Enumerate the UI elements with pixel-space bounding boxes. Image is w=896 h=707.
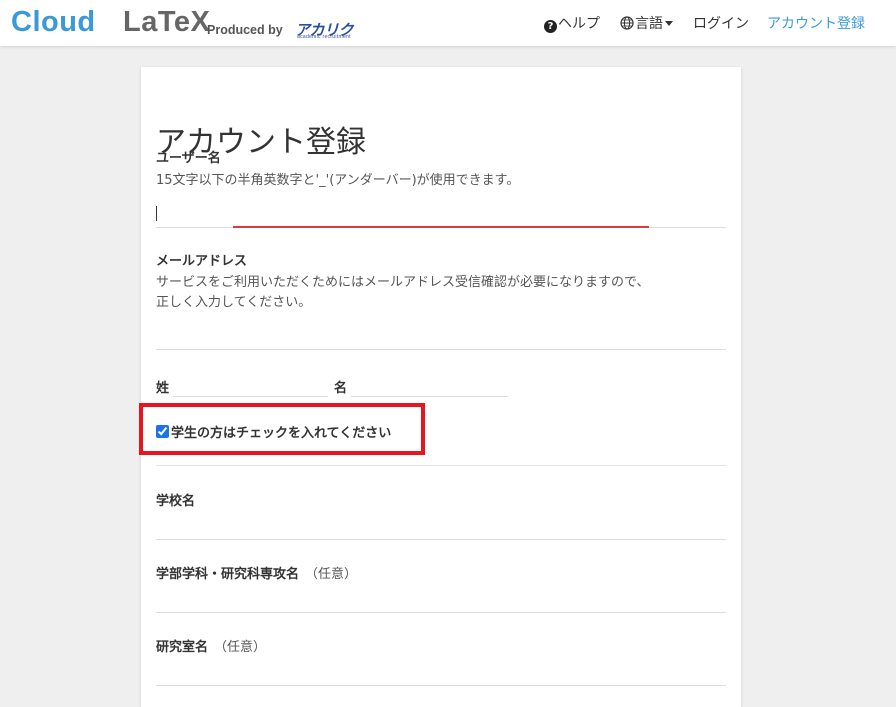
nav-help-label: ヘルプ [558,16,600,32]
acaric-logo-sub: academic recruitment [297,34,351,40]
student-checkbox[interactable] [156,425,169,438]
nav-signup[interactable]: アカウント登録 [767,13,865,33]
school-input[interactable] [156,517,726,540]
school-label: 学校名 [156,494,196,509]
top-navbar: Cloud LaTeX Produced by アカリク academic re… [0,0,896,46]
lab-label: 研究室名 （任意） [156,636,266,655]
acaric-logo: アカリク academic recruitment [295,19,369,41]
email-help-line-2: 正しく入力してください。 [156,295,312,310]
section-divider [156,465,726,466]
text-cursor [156,206,157,221]
username-help-text: 15文字以下の半角英数字と'_'(アンダーバー)が使用できます。 [156,173,520,188]
faculty-label-text: 学部学科・研究科専攻名 [156,567,300,582]
faculty-optional-text: （任意） [305,567,358,582]
email-input[interactable] [156,322,726,350]
signup-form-card: アカウント登録 ユーザー名 15文字以下の半角英数字と'_'(アンダーバー)が使… [139,67,741,707]
email-help-line-1: サービスをご利用いただくためにはメールアドレス受信確認が必要になりますので、 [156,275,650,290]
brand-cloud-text: Cloud [11,6,96,38]
caret-down-icon [665,21,673,26]
username-input[interactable] [156,203,726,228]
lab-optional-text: （任意） [214,640,267,655]
nav-language-label: 言語 [635,16,663,32]
lab-input[interactable] [156,663,726,686]
last-name-input[interactable] [173,374,328,397]
nav-login[interactable]: ログイン [693,13,749,33]
lab-label-text: 研究室名 [156,640,209,655]
first-name-label: 名 [334,381,348,396]
email-label: メールアドレス [156,254,248,269]
faculty-input[interactable] [156,590,726,613]
globe-icon [620,16,634,30]
faculty-label: 学部学科・研究科専攻名 （任意） [156,563,357,582]
nav-language-dropdown[interactable]: 言語 [620,13,673,33]
nav-help[interactable]: ? ヘルプ [544,13,600,33]
username-focus-underline [233,226,649,228]
last-name-label: 姓 [156,381,170,396]
username-label: ユーザー名 [156,151,221,166]
first-name-input[interactable] [351,374,508,397]
brand-produced-by: Produced by [207,23,283,37]
question-circle-icon: ? [544,20,557,33]
brand-latex-text: LaTeX [123,6,211,38]
student-checkbox-label: 学生の方はチェックを入れてください [171,426,392,441]
student-checkbox-row[interactable]: 学生の方はチェックを入れてください [156,422,392,441]
